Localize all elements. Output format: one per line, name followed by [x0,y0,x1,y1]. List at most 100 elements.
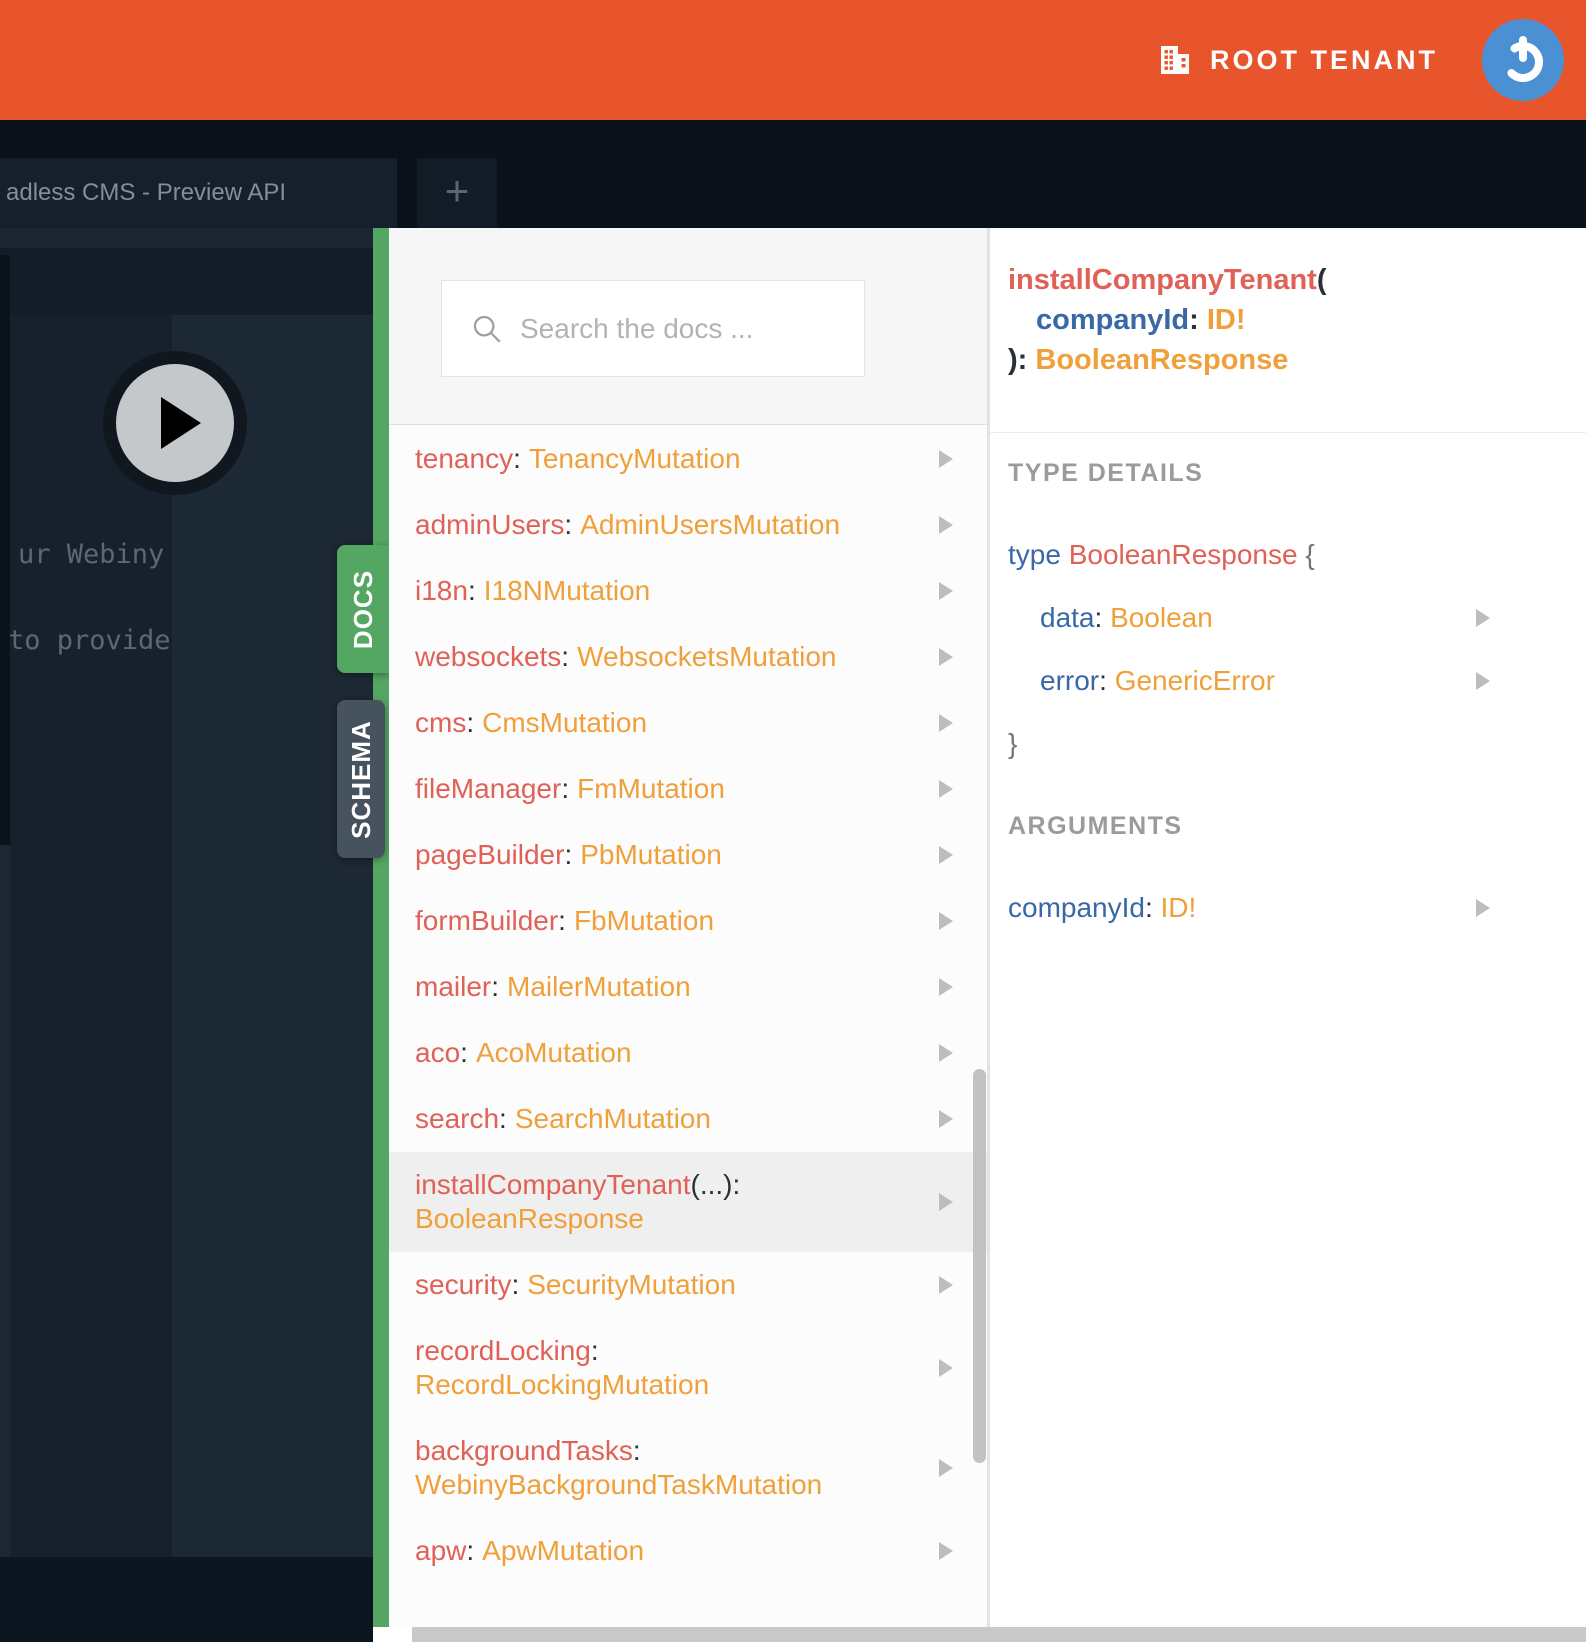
field-name: i18n [415,575,468,606]
doc-field-row[interactable]: backgroundTasks: WebinyBackgroundTaskMuta… [389,1418,987,1518]
field-punctuation: (...): [690,1169,741,1200]
execute-query-button[interactable] [103,351,247,495]
field-type: CmsMutation [482,707,648,738]
field-name: aco [415,1037,461,1068]
play-icon [116,364,234,482]
field-type: FbMutation [573,905,715,936]
doc-field-row[interactable]: search: SearchMutation [389,1086,987,1152]
tab-schema-label: SCHEMA [345,719,376,839]
building-icon [1161,46,1189,74]
docs-vertical-scrollbar[interactable] [973,1069,986,1463]
power-icon [1503,36,1543,82]
doc-field-row[interactable]: security: SecurityMutation [389,1252,987,1318]
expand-arrow-icon [939,978,953,996]
field-punctuation: : [632,1435,641,1466]
type-name-link[interactable]: BooleanResponse [1069,539,1298,570]
docs-search-header: Search the docs ... [389,228,987,425]
field-type: BooleanResponse [415,1203,644,1234]
user-menu-button[interactable] [1482,19,1564,101]
signature-arg-type[interactable]: ID! [1207,304,1246,336]
doc-field-row[interactable]: i18n: I18NMutation [389,558,987,624]
docs-field-list: tenancy: TenancyMutation adminUsers: AdminU… [389,426,987,1584]
field-type: RecordLockingMutation [415,1369,710,1400]
expand-arrow-icon [939,648,953,666]
field-punctuation: : [499,1103,507,1134]
field-type: I18NMutation [483,575,651,606]
tab-title: adless CMS - Preview API [6,179,287,206]
docs-panel: Search the docs ... tenancy: TenancyMutat… [389,228,987,1627]
type-details-heading: TYPE DETAILS [1008,459,1204,487]
field-type: MailerMutation [507,971,691,1002]
field-punctuation: : [564,839,573,870]
field-name: error [1040,665,1100,696]
expand-arrow-icon [939,780,953,798]
doc-field-row[interactable]: recordLocking: RecordLockingMutation [389,1318,987,1418]
tab-schema[interactable]: SCHEMA [337,700,385,858]
active-api-tab[interactable]: adless CMS - Preview API [0,158,397,228]
field-punctuation: : [1144,892,1161,923]
field-type: AdminUsersMutation [580,509,841,540]
footer-strip [0,1557,373,1642]
horizontal-scrollbar[interactable] [412,1627,1586,1642]
doc-field-row[interactable]: adminUsers: AdminUsersMutation [389,492,987,558]
field-punctuation: : [1094,602,1111,633]
field-type-link[interactable]: ID! [1161,892,1197,923]
query-code-line: ur Webiny [18,539,165,570]
new-tab-button[interactable]: + [417,158,497,228]
query-editor-pane[interactable]: ur Webiny to provide [10,315,172,1557]
field-name: backgroundTasks [415,1435,633,1466]
field-type: SecurityMutation [527,1269,736,1300]
field-detail-panel: installCompanyTenant( companyId: ID! ): … [990,228,1586,1627]
type-close-brace: } [1008,728,1018,759]
field-name: cms [415,707,467,738]
signature-arg-name: companyId [1036,304,1190,336]
detail-field-row[interactable]: companyId: ID! [990,890,1586,926]
field-punctuation: : [466,1535,475,1566]
field-punctuation: : [511,1269,520,1300]
editor-edge-strip [0,255,10,845]
field-punctuation: : [590,1335,599,1366]
app-header: ROOT TENANT [0,0,1586,120]
doc-field-row[interactable]: formBuilder: FbMutation [389,888,987,954]
doc-field-row[interactable]: installCompanyTenant(...): BooleanRespons… [389,1152,987,1252]
field-type: PbMutation [580,839,722,870]
field-name: security [415,1269,512,1300]
field-name: fileManager [415,773,562,804]
field-type: TenancyMutation [528,443,741,474]
field-name: mailer [415,971,492,1002]
doc-field-row[interactable]: aco: AcoMutation [389,1020,987,1086]
doc-field-row[interactable]: pageBuilder: PbMutation [389,822,987,888]
doc-field-row[interactable]: apw: ApwMutation [389,1518,987,1584]
expand-arrow-icon [1476,899,1490,917]
detail-field-row[interactable]: error: GenericError [990,663,1586,699]
field-name: tenancy [415,443,514,474]
search-input[interactable]: Search the docs ... [441,280,865,377]
expand-arrow-icon [939,1110,953,1128]
doc-field-row[interactable]: websockets: WebsocketsMutation [389,624,987,690]
detail-field-row[interactable]: data: Boolean [990,600,1586,636]
type-declaration: type BooleanResponse { [1008,539,1315,570]
field-name: installCompanyTenant [415,1169,691,1200]
search-placeholder: Search the docs ... [520,312,754,344]
expand-arrow-icon [939,582,953,600]
field-type-link[interactable]: GenericError [1115,665,1275,696]
field-punctuation: : [558,905,566,936]
field-punctuation: : [466,707,475,738]
field-name: formBuilder [415,905,559,936]
field-name: websockets [415,641,562,672]
doc-field-row[interactable]: mailer: MailerMutation [389,954,987,1020]
expand-arrow-icon [939,1276,953,1294]
expand-arrow-icon [939,912,953,930]
signature-return-type[interactable]: BooleanResponse [1035,344,1288,376]
field-punctuation: : [561,773,570,804]
tab-docs[interactable]: DOCS [337,545,390,673]
field-type-link[interactable]: Boolean [1110,602,1213,633]
doc-field-row[interactable]: fileManager: FmMutation [389,756,987,822]
expand-arrow-icon [939,1459,953,1477]
expand-arrow-icon [1476,672,1490,690]
doc-field-row[interactable]: cms: CmsMutation [389,690,987,756]
doc-field-row[interactable]: tenancy: TenancyMutation [389,426,987,492]
expand-arrow-icon [939,1359,953,1377]
tenant-label[interactable]: ROOT TENANT [1210,45,1438,76]
expand-arrow-icon [939,1193,953,1211]
